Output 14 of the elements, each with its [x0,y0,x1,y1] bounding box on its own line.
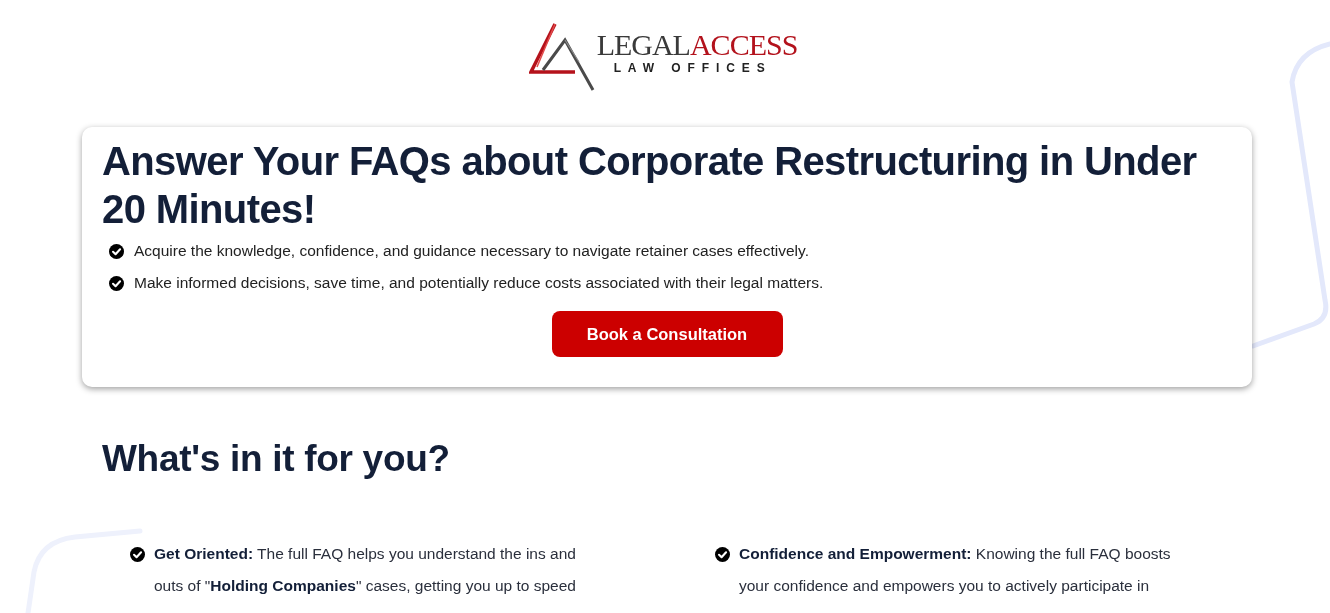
hero-title: Answer Your FAQs about Corporate Restructuring in Under 20 Minutes! [102,138,1198,233]
benefit-text: Get Oriented: The full FAQ helps you understand the ins and outs of "Holding Companies" cases, getting you up to speed [154,544,577,596]
check-circle-icon [130,547,145,562]
hero-point-text: Acquire the knowledge, confidence, and guidance necessary to navigate retainer cases effectively. [134,242,809,260]
check-circle-icon [715,547,730,562]
logo-tagline: LAW OFFICES [613,60,772,76]
hero-point-text: Make informed decisions, save time, and potentially reduce costs associated with their legal matters. [134,274,824,292]
section-heading: What's in it for you? [102,437,450,481]
check-circle-icon [109,243,124,259]
benefit-text: Confidence and Empowerment: Knowing the full FAQ boosts your confidence and empowers you to actively participate in [739,544,1172,596]
book-consultation-button[interactable]: Book a Consultation [551,311,783,357]
check-circle-icon [109,275,124,291]
logo-wordmark: LEGALACCESS [596,31,798,59]
triangle-logo-icon [528,22,595,92]
